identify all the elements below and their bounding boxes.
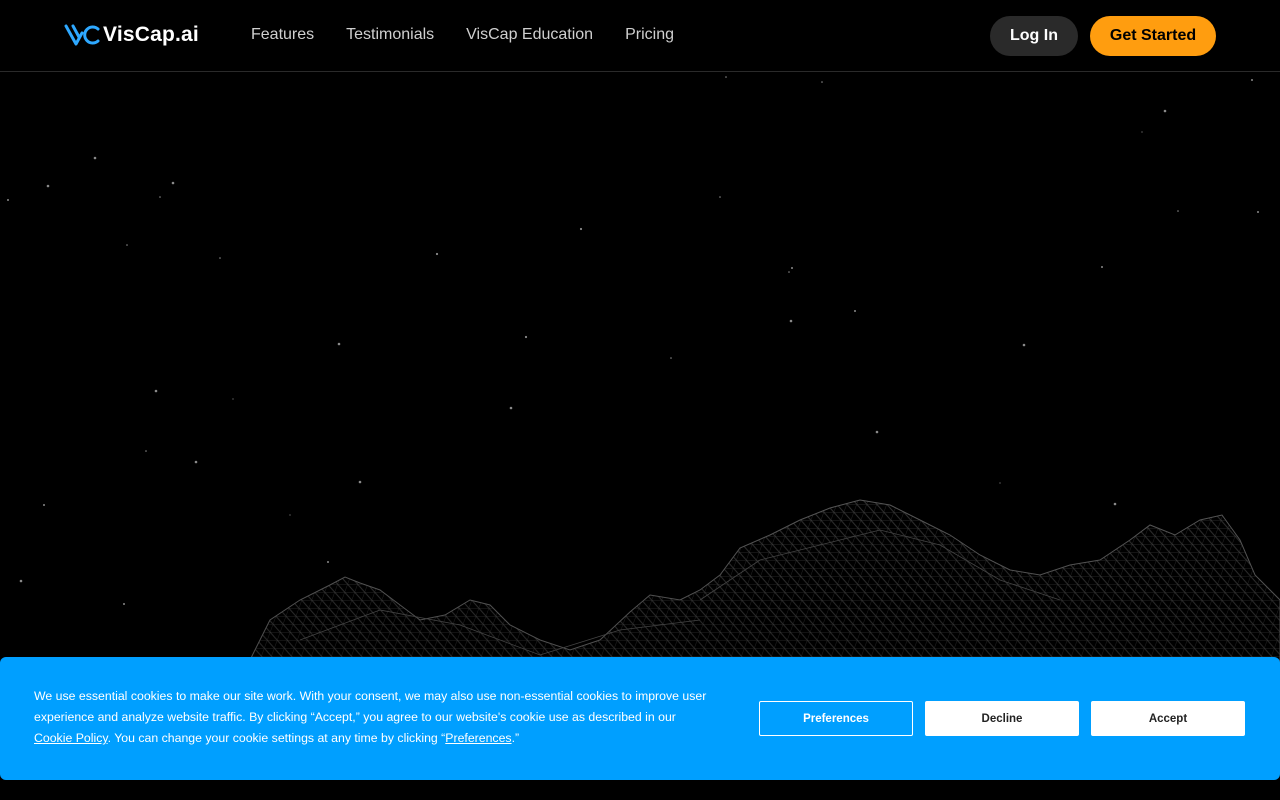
starfield [7, 76, 1259, 605]
logo-text: VisCap.ai [103, 23, 199, 46]
nav-link-pricing[interactable]: Pricing [625, 25, 674, 45]
cookie-message-part3: .” [511, 731, 520, 745]
cookie-policy-link[interactable]: Cookie Policy [34, 731, 108, 745]
cookie-consent-banner: We use essential cookies to make our sit… [0, 657, 1280, 780]
get-started-button[interactable]: Get Started [1090, 16, 1216, 56]
viscap-logo[interactable]: VisCap.ai [64, 22, 199, 48]
cookie-message-part2: . You can change your cookie settings at… [107, 731, 446, 745]
cookie-decline-button[interactable]: Decline [925, 701, 1079, 736]
nav-link-testimonials[interactable]: Testimonials [346, 25, 434, 45]
preferences-link[interactable]: Preferences [445, 731, 511, 745]
cookie-accept-button[interactable]: Accept [1091, 701, 1245, 736]
page: VisCap.ai Features Testimonials VisCap E… [0, 0, 1280, 800]
top-nav-bar: VisCap.ai Features Testimonials VisCap E… [0, 0, 1280, 72]
nav-link-features[interactable]: Features [251, 25, 314, 45]
nav-link-viscap-education[interactable]: VisCap Education [466, 25, 593, 45]
login-button[interactable]: Log In [990, 16, 1078, 56]
viscap-logo-icon [64, 24, 100, 46]
cookie-preferences-button[interactable]: Preferences [759, 701, 913, 736]
cookie-message: We use essential cookies to make our sit… [34, 686, 714, 749]
main-nav: Features Testimonials VisCap Education P… [251, 25, 706, 45]
cookie-message-part1: We use essential cookies to make our sit… [34, 689, 707, 724]
